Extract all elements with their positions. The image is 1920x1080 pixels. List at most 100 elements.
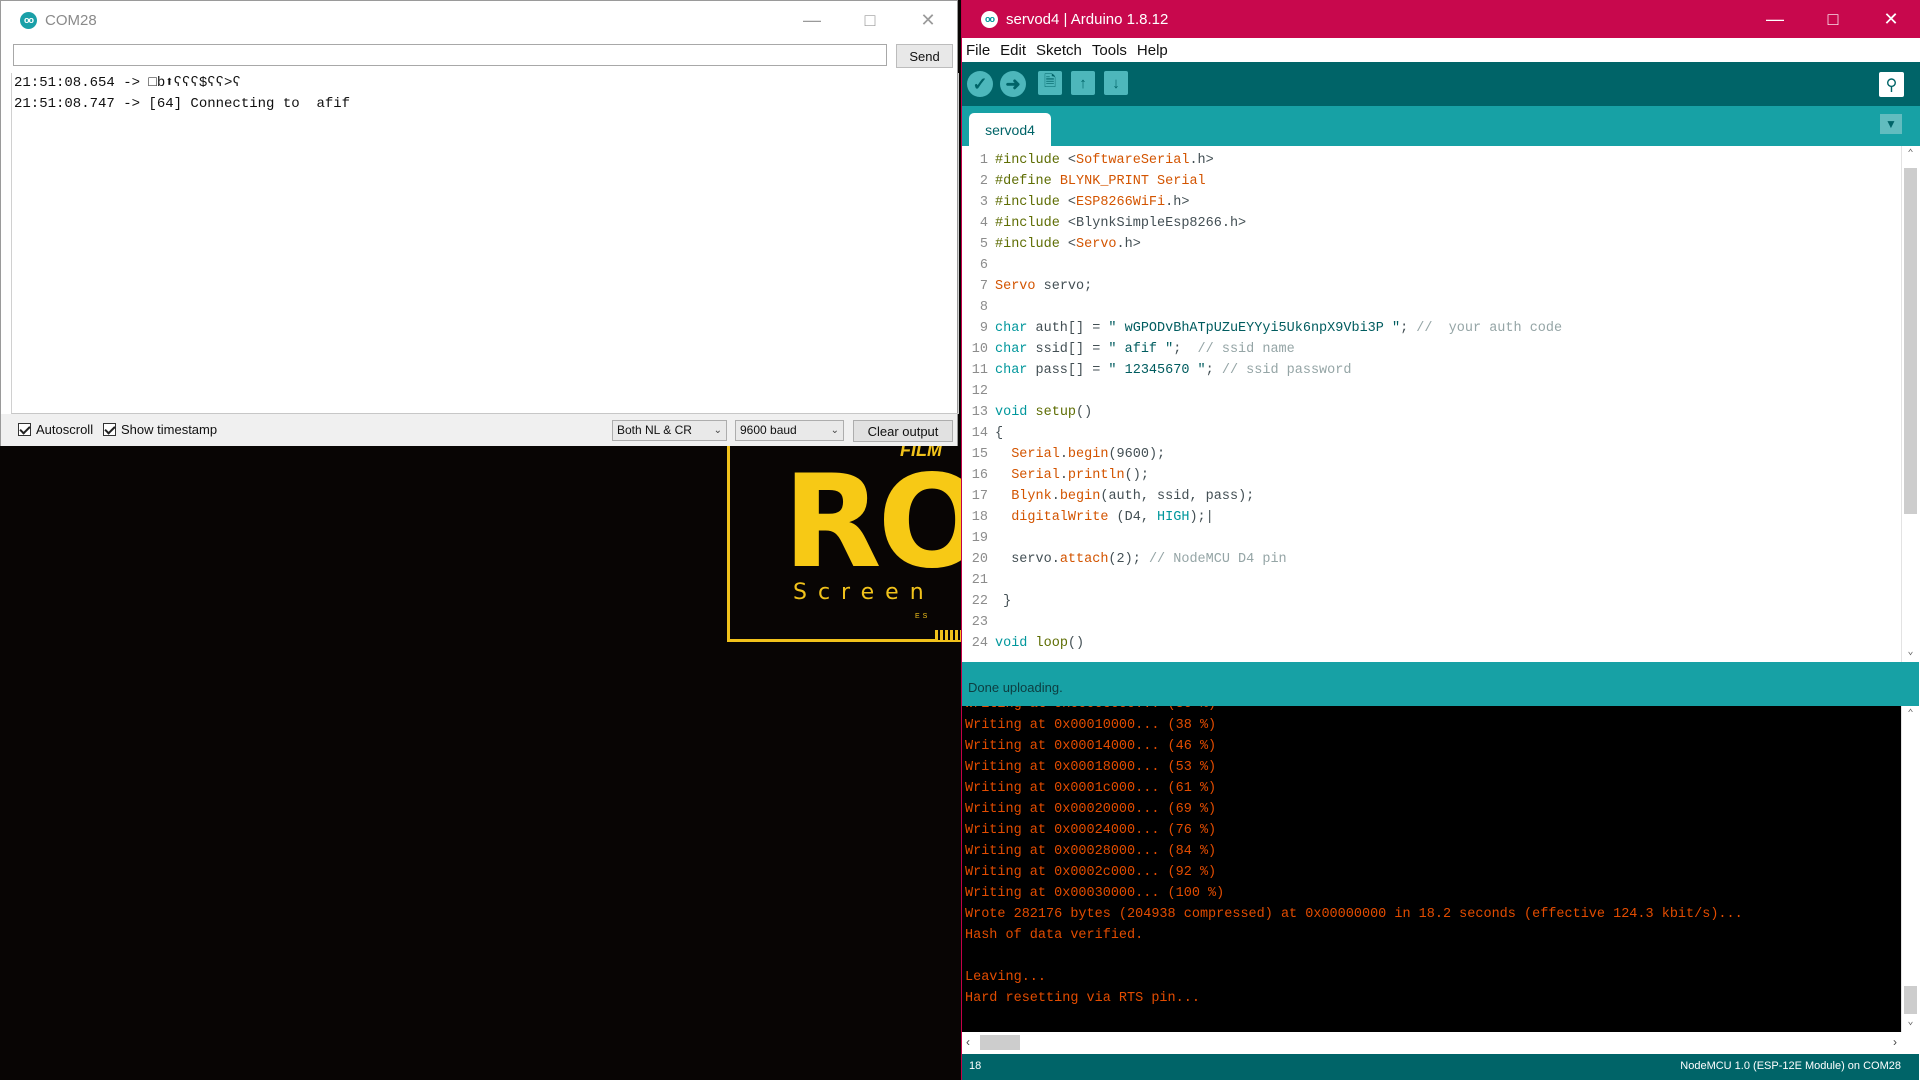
code-text: void loop() (995, 636, 1085, 651)
line-number: 6 (979, 258, 988, 273)
code-line: 16 Serial.println(); (962, 465, 1149, 486)
line-ending-select[interactable]: Both NL & CR ⌄ (612, 420, 727, 441)
clear-output-button[interactable]: Clear output (853, 420, 953, 442)
code-line: 4 #include <BlynkSimpleEsp8266.h> (962, 213, 1246, 234)
minimize-button[interactable]: — (1746, 0, 1804, 38)
line-number: 12 (971, 384, 988, 399)
checkbox-checked-icon (18, 423, 31, 436)
line-number: 24 (971, 636, 988, 651)
code-text: digitalWrite (D4, HIGH);| (1011, 510, 1214, 525)
maximize-button[interactable]: □ (1804, 0, 1862, 38)
close-button[interactable]: ✕ (1862, 0, 1920, 38)
arrow-right-icon: ➜ (1005, 73, 1021, 94)
status-bar: Done uploading. (962, 662, 1919, 706)
upload-status: Done uploading. (968, 680, 1063, 695)
menu-tools[interactable]: Tools (1092, 42, 1127, 59)
editor-vertical-scrollbar[interactable]: ⌃ ⌄ (1901, 146, 1919, 662)
code-line: 3 #include <ESP8266WiFi.h> (962, 192, 1190, 213)
chevron-up-icon[interactable]: ⌃ (1902, 148, 1919, 162)
magnifier-icon: ⚲ (1885, 76, 1898, 94)
line-number: 22 (971, 594, 988, 609)
line-number: 20 (971, 552, 988, 567)
ide-titlebar[interactable]: oo servod4 | Arduino 1.8.12 — □ ✕ (962, 0, 1920, 38)
chevron-left-icon[interactable]: ‹ (966, 1035, 970, 1049)
baud-rate-value: 9600 baud (740, 423, 797, 437)
tab-bar: servod4 ▼ (962, 106, 1920, 146)
new-file-icon: 🗎 (1043, 72, 1057, 90)
scrollbar-thumb[interactable] (1904, 986, 1917, 1014)
chevron-down-icon[interactable]: ⌄ (1902, 1016, 1919, 1030)
code-line: 6 (962, 255, 988, 276)
serial-monitor-button[interactable]: ⚲ (1879, 72, 1904, 97)
code-line: 8 (962, 297, 988, 318)
serial-send-input[interactable] (13, 44, 887, 66)
code-line: 10 char ssid[] = " afif "; // ssid name (962, 339, 1295, 360)
line-number: 14 (971, 426, 988, 441)
chevron-up-icon[interactable]: ⌃ (1902, 708, 1919, 722)
console-line: Writing at 0x00018000... (53 %) (965, 760, 1217, 775)
autoscroll-label: Autoscroll (36, 422, 94, 437)
code-text: Serial.begin(9600); (1011, 447, 1166, 462)
console-horizontal-scrollbar[interactable]: ‹ › (962, 1032, 1919, 1054)
close-button[interactable]: ✕ (899, 1, 957, 39)
code-text: #include <ESP8266WiFi.h> (995, 195, 1190, 210)
wallpaper-bar-graphic (935, 630, 961, 640)
code-line: 18 digitalWrite (D4, HIGH);| (962, 507, 1214, 528)
menu-help[interactable]: Help (1137, 42, 1168, 59)
code-line: 21 (962, 570, 988, 591)
console-line: Writing at 0x00010000... (38 %) (965, 718, 1217, 733)
menu-file[interactable]: File (966, 42, 990, 59)
open-sketch-button[interactable]: ↑ (1071, 71, 1095, 95)
console-output[interactable]: ⌃ ⌄ Writing at 0x0000c000... (30 %) Writi… (962, 706, 1919, 1032)
code-line: 7 Servo servo; (962, 276, 1092, 297)
console-vertical-scrollbar[interactable]: ⌃ ⌄ (1901, 706, 1919, 1032)
code-line: 5 #include <Servo.h> (962, 234, 1141, 255)
code-text: Servo servo; (995, 279, 1093, 294)
verify-button[interactable]: ✓ (967, 71, 993, 97)
code-text: char pass[] = " 12345670 "; // ssid pass… (995, 363, 1352, 378)
baud-rate-select[interactable]: 9600 baud ⌄ (735, 420, 844, 441)
menu-sketch[interactable]: Sketch (1036, 42, 1082, 59)
serial-titlebar[interactable]: oo COM28 — □ ✕ (1, 1, 957, 39)
show-timestamp-checkbox[interactable]: Show timestamp (103, 422, 217, 437)
serial-output-area[interactable]: 21:51:08.654 -> □b⬆ʕʕʕ$ʕʕ>ʕ 21:51:08.747… (11, 73, 959, 414)
arrow-down-icon: ↓ (1112, 74, 1120, 92)
code-text: #include <Servo.h> (995, 237, 1141, 252)
code-line: 2 #define BLYNK_PRINT Serial (962, 171, 1206, 192)
chevron-down-icon[interactable]: ⌄ (1902, 646, 1919, 660)
menu-edit[interactable]: Edit (1000, 42, 1026, 59)
scrollbar-thumb[interactable] (980, 1035, 1020, 1050)
board-status-bar: 18 NodeMCU 1.0 (ESP-12E Module) on COM28 (962, 1054, 1919, 1080)
minimize-button[interactable]: — (783, 1, 841, 39)
wallpaper-subtitle: Screen (793, 580, 935, 605)
code-line: 1 #include <SoftwareSerial.h> (962, 150, 1214, 171)
line-number: 18 (971, 510, 988, 525)
line-number: 4 (979, 216, 988, 231)
line-number: 1 (979, 153, 988, 168)
tab-menu-button[interactable]: ▼ (1880, 114, 1902, 134)
tab-servod4[interactable]: servod4 (969, 113, 1051, 146)
chevron-right-icon[interactable]: › (1893, 1035, 1897, 1049)
code-line: 17 Blynk.begin(auth, ssid, pass); (962, 486, 1254, 507)
code-editor[interactable]: ⌃ ⌄ 1 #include <SoftwareSerial.h> 2 #define… (962, 146, 1919, 662)
maximize-button[interactable]: □ (841, 1, 899, 39)
line-number: 8 (979, 300, 988, 315)
board-port-label: NodeMCU 1.0 (ESP-12E Module) on COM28 (1680, 1060, 1901, 1072)
autoscroll-checkbox[interactable]: Autoscroll (18, 422, 93, 437)
code-text: { (995, 426, 1004, 441)
send-button[interactable]: Send (896, 44, 953, 68)
code-line: 23 (962, 612, 988, 633)
serial-footer: Autoscroll Show timestamp Both NL & CR ⌄… (1, 414, 957, 446)
code-text: servo.attach(2); // NodeMCU D4 pin (995, 552, 1287, 567)
line-number: 11 (971, 363, 988, 378)
console-line: Writing at 0x00028000... (84 %) (965, 844, 1217, 859)
line-number: 7 (979, 279, 988, 294)
console-line: Wrote 282176 bytes (204938 compressed) a… (965, 907, 1743, 922)
save-sketch-button[interactable]: ↓ (1104, 71, 1128, 95)
code-text: Blynk.begin(auth, ssid, pass); (1011, 489, 1255, 504)
code-line: 11 char pass[] = " 12345670 "; // ssid pa… (962, 360, 1352, 381)
line-number: 9 (979, 321, 988, 336)
new-sketch-button[interactable]: 🗎 (1038, 71, 1062, 95)
scrollbar-thumb[interactable] (1904, 168, 1917, 514)
upload-button[interactable]: ➜ (1000, 71, 1026, 97)
